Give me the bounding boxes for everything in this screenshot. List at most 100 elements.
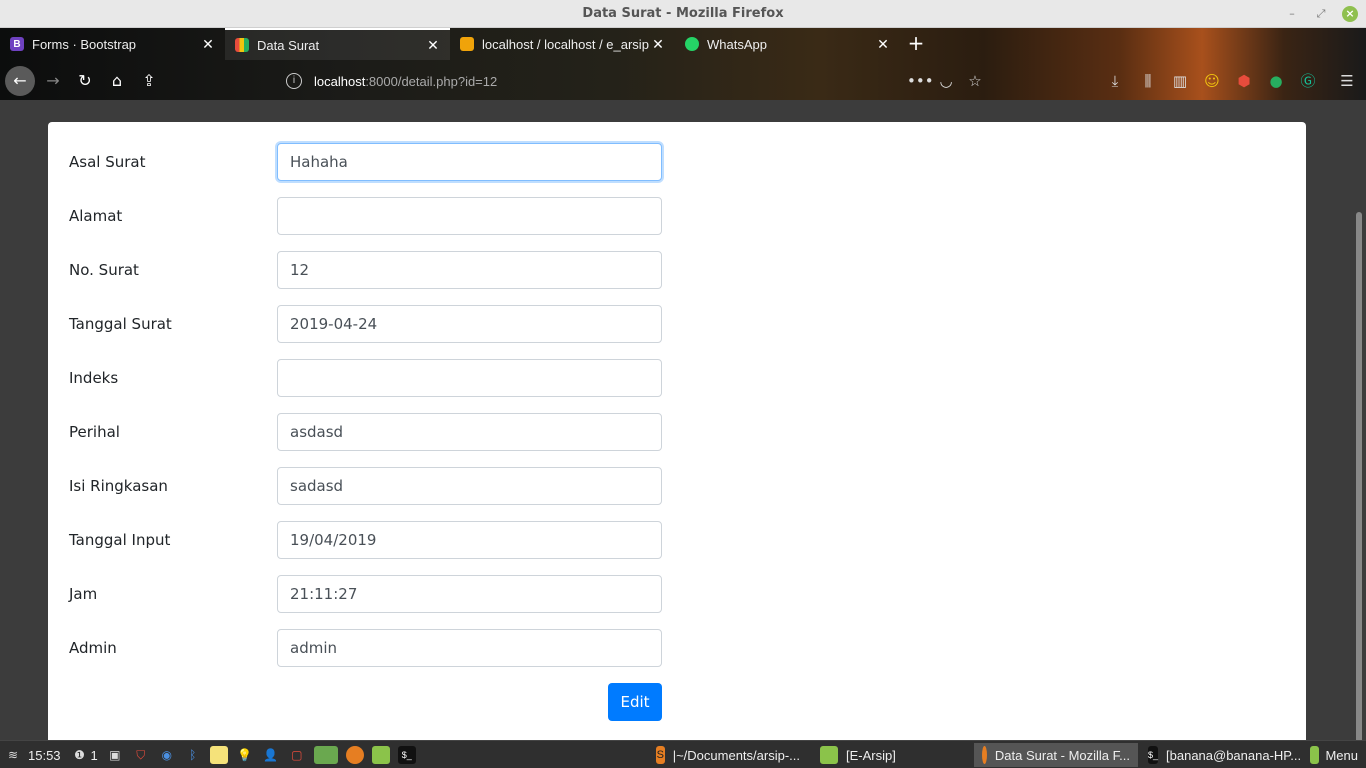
bluetooth-icon[interactable]: ᛒ bbox=[184, 746, 202, 764]
form-row-alamat: Alamat bbox=[48, 197, 748, 235]
field-label: No. Surat bbox=[69, 261, 139, 279]
form-row-jam: Jam bbox=[48, 575, 748, 613]
field-label: Tanggal Input bbox=[69, 531, 171, 549]
app-red-icon[interactable]: ▢ bbox=[288, 746, 306, 764]
download-icon[interactable]: ⤓ bbox=[1104, 70, 1126, 92]
screenshot-icon[interactable]: ▣ bbox=[106, 746, 124, 764]
close-tab-icon[interactable]: ✕ bbox=[426, 37, 440, 54]
tab-label: WhatsApp bbox=[707, 36, 767, 52]
admin-input[interactable] bbox=[277, 629, 662, 667]
notification-count: 1 bbox=[90, 747, 98, 763]
more-actions-icon[interactable]: ••• bbox=[907, 70, 934, 92]
save-page-icon[interactable]: ⇪ bbox=[134, 66, 164, 96]
page-icon bbox=[235, 38, 249, 52]
perihal-input[interactable] bbox=[277, 413, 662, 451]
taskbar-item-firefox[interactable]: Data Surat - Mozilla F... bbox=[974, 743, 1138, 767]
new-tab-icon[interactable]: + bbox=[905, 32, 927, 56]
menu-label: Menu bbox=[1325, 747, 1358, 763]
lightbulb-icon[interactable]: 💡 bbox=[236, 746, 254, 764]
hamburger-menu-icon[interactable]: ☰ bbox=[1336, 70, 1358, 92]
form-row-admin: Admin bbox=[48, 629, 748, 667]
pocket-icon[interactable]: ◡ bbox=[935, 70, 957, 92]
taskbar-item-e-arsip[interactable]: [E-Arsip] bbox=[812, 743, 972, 767]
tab-whatsapp[interactable]: WhatsApp ✕ bbox=[675, 28, 900, 60]
task-label: |~/Documents/arsip-... bbox=[672, 747, 800, 763]
alamat-input[interactable] bbox=[277, 197, 662, 235]
browser-toolbar: B Forms · Bootstrap ✕ Data Surat ✕ local… bbox=[0, 28, 1366, 100]
close-icon[interactable]: × bbox=[1342, 6, 1358, 22]
navigation-bar: ← → ↻ ⌂ ⇪ i localhost:8000/detail.php?id… bbox=[0, 62, 1366, 100]
whatsapp-icon bbox=[685, 37, 699, 51]
green-extension-icon[interactable]: ● bbox=[1265, 70, 1287, 92]
emoji-extension-icon[interactable]: ☺ bbox=[1201, 70, 1223, 92]
sublime-icon: S bbox=[656, 746, 665, 764]
form-row-perihal: Perihal bbox=[48, 413, 748, 451]
edit-button[interactable]: Edit bbox=[608, 683, 662, 721]
user-icon[interactable]: 👤 bbox=[262, 746, 280, 764]
url-host: localhost bbox=[314, 73, 366, 89]
close-tab-icon[interactable]: ✕ bbox=[876, 36, 890, 53]
page-content: Asal Surat Alamat No. Surat Tanggal Sura… bbox=[0, 100, 1366, 768]
window-titlebar: Data Surat - Mozilla Firefox – ⤢ × bbox=[0, 0, 1366, 28]
taskbar-item-sublime[interactable]: S |~/Documents/arsip-... bbox=[648, 743, 808, 767]
tanggal-surat-input[interactable] bbox=[277, 305, 662, 343]
tab-phpmyadmin[interactable]: localhost / localhost / e_arsip ✕ bbox=[450, 28, 675, 60]
tab-label: Data Surat bbox=[257, 37, 320, 53]
tab-forms-bootstrap[interactable]: B Forms · Bootstrap ✕ bbox=[0, 28, 225, 60]
back-icon[interactable]: ← bbox=[5, 66, 35, 96]
url-bar[interactable]: i localhost:8000/detail.php?id=12 bbox=[280, 70, 900, 92]
mint-menu-icon bbox=[1310, 746, 1320, 764]
form-row-no-surat: No. Surat bbox=[48, 251, 748, 289]
no-surat-input[interactable] bbox=[277, 251, 662, 289]
adblock-extension-icon[interactable]: ⬢ bbox=[1233, 70, 1255, 92]
field-label: Asal Surat bbox=[69, 153, 146, 171]
terminal-green-icon[interactable] bbox=[313, 746, 338, 764]
field-label: Admin bbox=[69, 639, 117, 657]
system-tray: ≋ 15:53 ❶ 1 ▣ ⛉ ◉ ᛒ 💡 👤 ▢ $_ bbox=[4, 746, 424, 764]
notes-icon[interactable] bbox=[209, 746, 228, 764]
reload-icon[interactable]: ↻ bbox=[70, 66, 100, 96]
page-scrollbar[interactable] bbox=[1356, 212, 1362, 768]
maximize-icon[interactable]: ⤢ bbox=[1313, 6, 1329, 22]
firefox-icon[interactable] bbox=[345, 746, 364, 764]
minimize-icon[interactable]: – bbox=[1284, 6, 1300, 22]
library-icon[interactable]: ⫼ bbox=[1137, 70, 1159, 92]
taskbar: ≋ 15:53 ❶ 1 ▣ ⛉ ◉ ᛒ 💡 👤 ▢ $_ S |~/Docume… bbox=[0, 740, 1366, 768]
task-label: [banana@banana-HP... bbox=[1166, 747, 1302, 763]
jam-input[interactable] bbox=[277, 575, 662, 613]
clock[interactable]: 15:53 bbox=[28, 748, 61, 763]
tab-label: localhost / localhost / e_arsip bbox=[482, 36, 649, 52]
indeks-input[interactable] bbox=[277, 359, 662, 397]
asal-surat-input[interactable] bbox=[277, 143, 662, 181]
tanggal-input-input[interactable] bbox=[277, 521, 662, 559]
alert-icon[interactable]: ❶ bbox=[71, 746, 89, 764]
tab-data-surat[interactable]: Data Surat ✕ bbox=[225, 28, 450, 60]
field-label: Indeks bbox=[69, 369, 119, 387]
close-tab-icon[interactable]: ✕ bbox=[651, 36, 665, 53]
taskbar-item-terminal[interactable]: $_ [banana@banana-HP... bbox=[1140, 743, 1302, 767]
firefox-icon bbox=[982, 746, 987, 764]
close-tab-icon[interactable]: ✕ bbox=[201, 36, 215, 53]
bookmark-star-icon[interactable]: ☆ bbox=[964, 70, 986, 92]
menu-button[interactable]: Menu bbox=[1302, 743, 1366, 767]
form-row-isi-ringkasan: Isi Ringkasan bbox=[48, 467, 748, 505]
chrome-icon[interactable]: ◉ bbox=[158, 746, 176, 764]
folder-icon[interactable] bbox=[371, 746, 390, 764]
home-icon[interactable]: ⌂ bbox=[102, 66, 132, 96]
tab-label: Forms · Bootstrap bbox=[32, 36, 137, 52]
form-row-indeks: Indeks bbox=[48, 359, 748, 397]
terminal-icon[interactable]: $_ bbox=[397, 746, 416, 764]
shield-icon[interactable]: ⛉ bbox=[132, 746, 150, 764]
terminal-icon: $_ bbox=[1148, 746, 1159, 764]
bootstrap-icon: B bbox=[10, 37, 24, 51]
task-label: [E-Arsip] bbox=[846, 747, 896, 763]
forward-icon[interactable]: → bbox=[38, 66, 68, 96]
url-path: :8000/detail.php?id=12 bbox=[365, 73, 498, 89]
window-title: Data Surat - Mozilla Firefox bbox=[582, 6, 784, 21]
field-label: Alamat bbox=[69, 207, 123, 225]
wifi-icon[interactable]: ≋ bbox=[4, 746, 22, 764]
grammarly-icon[interactable]: Ⓖ bbox=[1297, 70, 1319, 92]
info-icon[interactable]: i bbox=[286, 73, 302, 89]
isi-ringkasan-input[interactable] bbox=[277, 467, 662, 505]
sidebar-icon[interactable]: ▥ bbox=[1169, 70, 1191, 92]
